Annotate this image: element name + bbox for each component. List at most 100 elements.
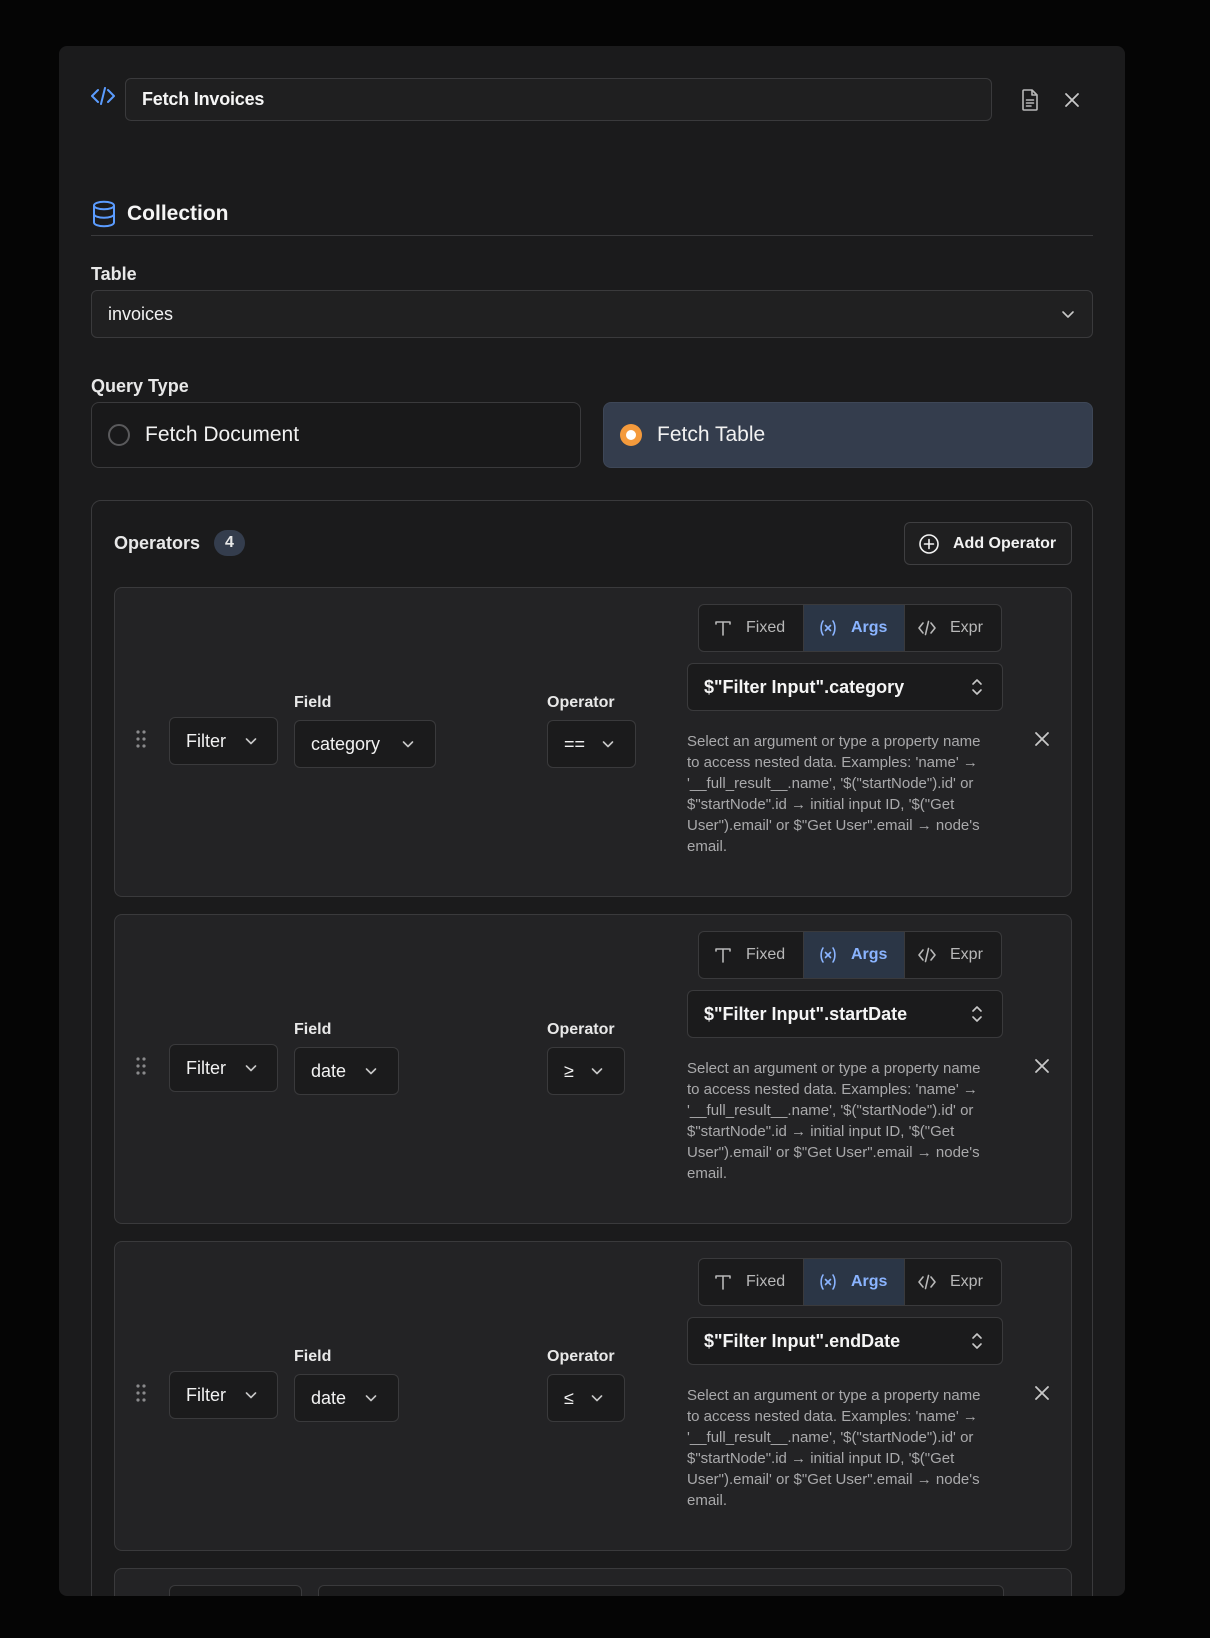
section-divider (91, 235, 1093, 236)
operator-value-input[interactable] (318, 1585, 1004, 1596)
close-icon[interactable] (1062, 90, 1082, 110)
argument-value: $"Filter Input".category (704, 677, 905, 697)
node-config-modal: Fetch Invoices Collection Table invoices… (59, 46, 1125, 1596)
section-title: Collection (127, 202, 229, 225)
value-mode-toggle: Fixed Args Expr (698, 931, 1002, 979)
field-select[interactable]: date (294, 1374, 399, 1422)
add-operator-button[interactable]: Add Operator (904, 522, 1072, 565)
chevron-down-icon (365, 1068, 377, 1075)
comparison-operator-value: == (564, 734, 586, 754)
argument-help-text: Select an argument or type a property na… (687, 1387, 981, 1509)
comparison-operator-value: ≤ (564, 1388, 574, 1408)
mode-fixed-button[interactable]: Fixed (699, 1259, 804, 1305)
table-label: Table (91, 264, 137, 284)
mode-expr-label: Expr (950, 946, 983, 963)
field-value: date (311, 1061, 347, 1081)
comparison-operator-select[interactable]: == (547, 720, 636, 768)
field-value: category (311, 734, 381, 754)
mode-expr-button[interactable]: Expr (905, 932, 1001, 978)
mode-fixed-button[interactable]: Fixed (699, 605, 804, 651)
operator-row: Filter Field date Operator ≥ Fixed Args … (114, 914, 1072, 1224)
query-type-label-text: Fetch Table (657, 423, 766, 446)
query-type-fetch-document[interactable]: Fetch Document (91, 402, 581, 468)
variable-icon (820, 1274, 836, 1290)
field-value: date (311, 1388, 347, 1408)
comparison-operator-select[interactable]: ≥ (547, 1047, 625, 1095)
mode-args-button[interactable]: Args (804, 932, 905, 978)
mode-args-label: Args (851, 946, 888, 963)
remove-operator-icon[interactable] (1033, 1384, 1051, 1402)
operators-count-badge: 4 (214, 530, 245, 556)
remove-operator-icon[interactable] (1033, 730, 1051, 748)
database-icon (93, 200, 115, 228)
value-mode-toggle: Fixed Args Expr (698, 1258, 1002, 1306)
node-title-input[interactable]: Fetch Invoices (125, 78, 992, 121)
operator-label: Operator (547, 694, 615, 711)
mode-expr-button[interactable]: Expr (905, 605, 1001, 651)
query-type-label-text: Fetch Document (145, 423, 300, 446)
mode-expr-label: Expr (950, 1273, 983, 1290)
operator-row: Filter Field date Operator ≤ Fixed Args … (114, 1241, 1072, 1551)
plus-circle-icon (919, 533, 939, 554)
mode-fixed-button[interactable]: Fixed (699, 932, 804, 978)
field-select[interactable]: category (294, 720, 436, 768)
radio-unselected-icon (108, 424, 130, 446)
drag-handle-icon[interactable] (136, 1384, 146, 1402)
code-icon (918, 1274, 936, 1290)
field-select[interactable]: date (294, 1047, 399, 1095)
chevron-down-icon (245, 1392, 257, 1399)
mode-expr-label: Expr (950, 619, 983, 636)
operator-type-select[interactable]: Filter (169, 1371, 278, 1419)
mode-fixed-label: Fixed (746, 946, 786, 963)
query-type-label: Query Type (91, 376, 189, 396)
field-label: Field (294, 694, 332, 711)
code-icon (918, 947, 936, 963)
code-icon (918, 620, 936, 636)
operator-type-select[interactable]: Filter (169, 717, 278, 765)
comparison-operator-select[interactable]: ≤ (547, 1374, 625, 1422)
chevron-down-icon (591, 1395, 603, 1402)
query-type-fetch-table[interactable]: Fetch Table (603, 402, 1093, 468)
argument-select[interactable]: $"Filter Input".endDate (687, 1317, 1003, 1365)
value-mode-toggle: Fixed Args Expr (698, 604, 1002, 652)
variable-icon (820, 620, 836, 636)
argument-help-text: Select an argument or type a property na… (687, 1060, 981, 1182)
field-label: Field (294, 1348, 332, 1365)
operator-type-value: Filter (186, 731, 226, 751)
mode-args-button[interactable]: Args (804, 1259, 905, 1305)
mode-fixed-label: Fixed (746, 1273, 786, 1290)
code-icon (91, 87, 115, 105)
operator-row: Filter Field category Operator == Fixed (114, 587, 1072, 897)
mode-expr-button[interactable]: Expr (905, 1259, 1001, 1305)
chevron-down-icon (591, 1068, 603, 1075)
operator-type-select[interactable]: Filter (169, 1044, 278, 1092)
argument-select[interactable]: $"Filter Input".startDate (687, 990, 1003, 1038)
drag-handle-icon[interactable] (136, 730, 146, 748)
mode-args-button[interactable]: Args (804, 605, 905, 651)
text-icon (715, 1275, 731, 1290)
chevron-updown-icon (972, 1333, 982, 1349)
mode-args-label: Args (851, 1273, 888, 1290)
field-label: Field (294, 1021, 332, 1038)
operator-type-select[interactable] (169, 1585, 302, 1596)
chevron-updown-icon (972, 1006, 982, 1022)
operator-label: Operator (547, 1021, 615, 1038)
table-select-value: invoices (108, 304, 174, 324)
text-icon (715, 621, 731, 636)
table-select[interactable]: invoices (91, 290, 1093, 338)
operators-title: Operators (114, 533, 201, 553)
variable-icon (820, 947, 836, 963)
chevron-down-icon (245, 738, 257, 745)
drag-handle-icon[interactable] (136, 1057, 146, 1075)
operator-type-value: Filter (186, 1385, 226, 1405)
chevron-down-icon (245, 1065, 257, 1072)
comparison-operator-value: ≥ (564, 1061, 574, 1081)
text-icon (715, 948, 731, 963)
argument-value: $"Filter Input".startDate (704, 1004, 908, 1024)
operator-label: Operator (547, 1348, 615, 1365)
remove-operator-icon[interactable] (1033, 1057, 1051, 1075)
document-icon[interactable] (1018, 88, 1042, 112)
operators-panel: Operators 4 Add Operator Filter Field ca… (91, 500, 1093, 1596)
add-operator-label: Add Operator (953, 534, 1057, 552)
argument-select[interactable]: $"Filter Input".category (687, 663, 1003, 711)
